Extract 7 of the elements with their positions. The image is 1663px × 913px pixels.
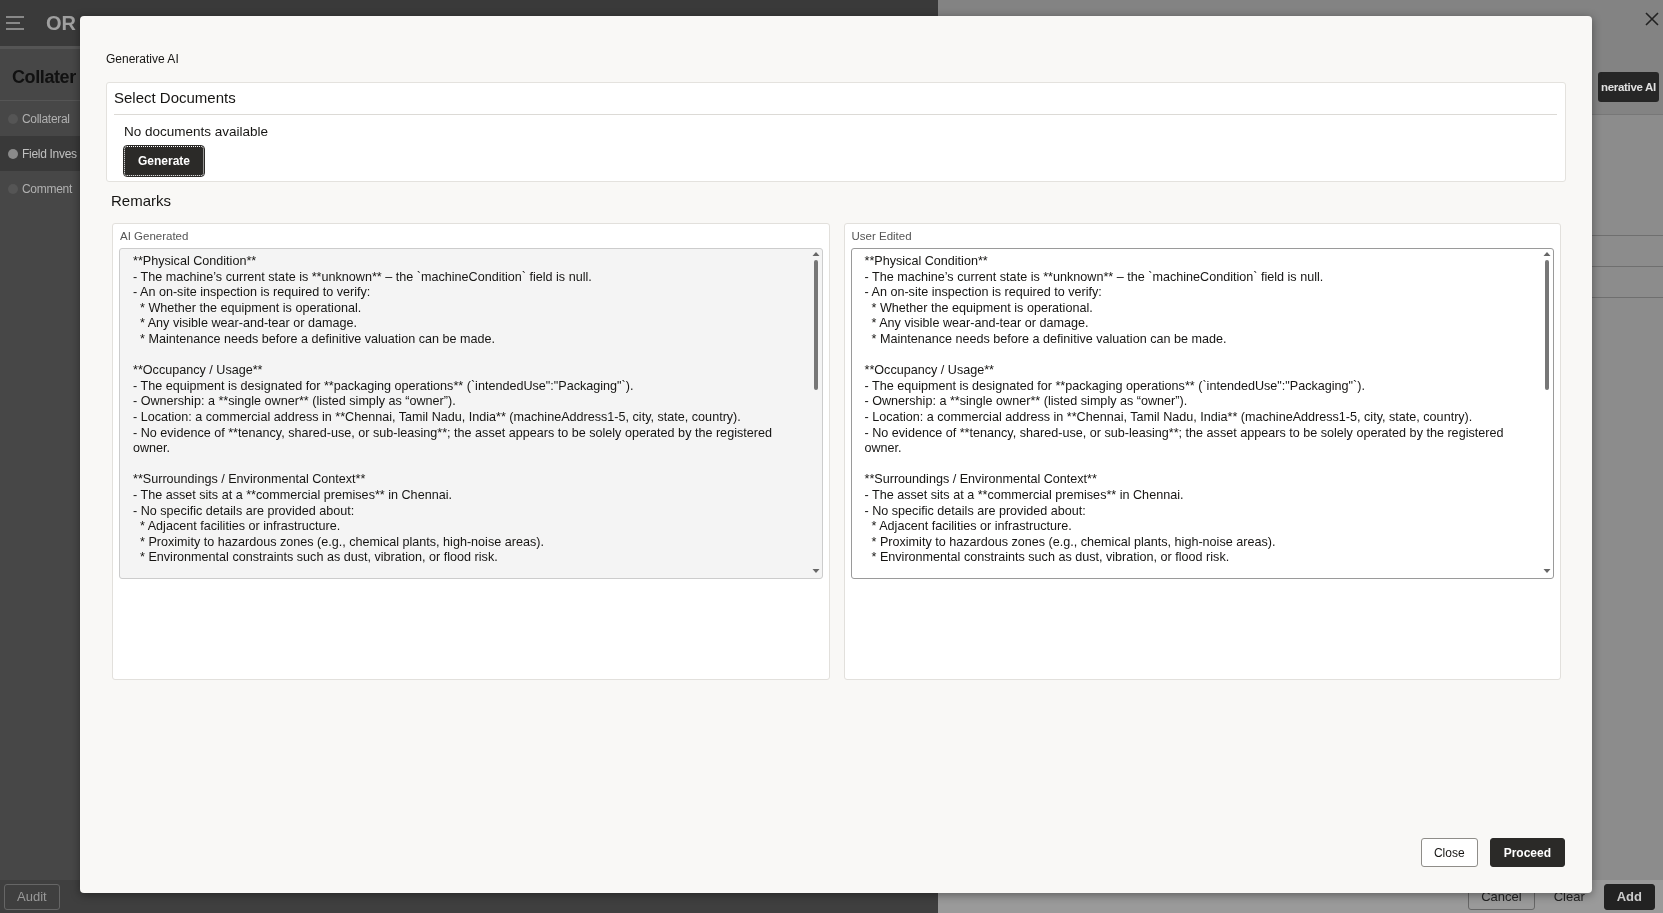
logo: OR	[46, 11, 76, 35]
panel-label: User Edited	[851, 230, 913, 242]
section-heading: Select Documents	[114, 83, 1557, 115]
section-heading: Remarks	[111, 192, 172, 209]
dialog-title: Generative AI	[106, 52, 180, 66]
panel-label: AI Generated	[120, 230, 190, 242]
empty-message: No documents available	[124, 124, 270, 139]
